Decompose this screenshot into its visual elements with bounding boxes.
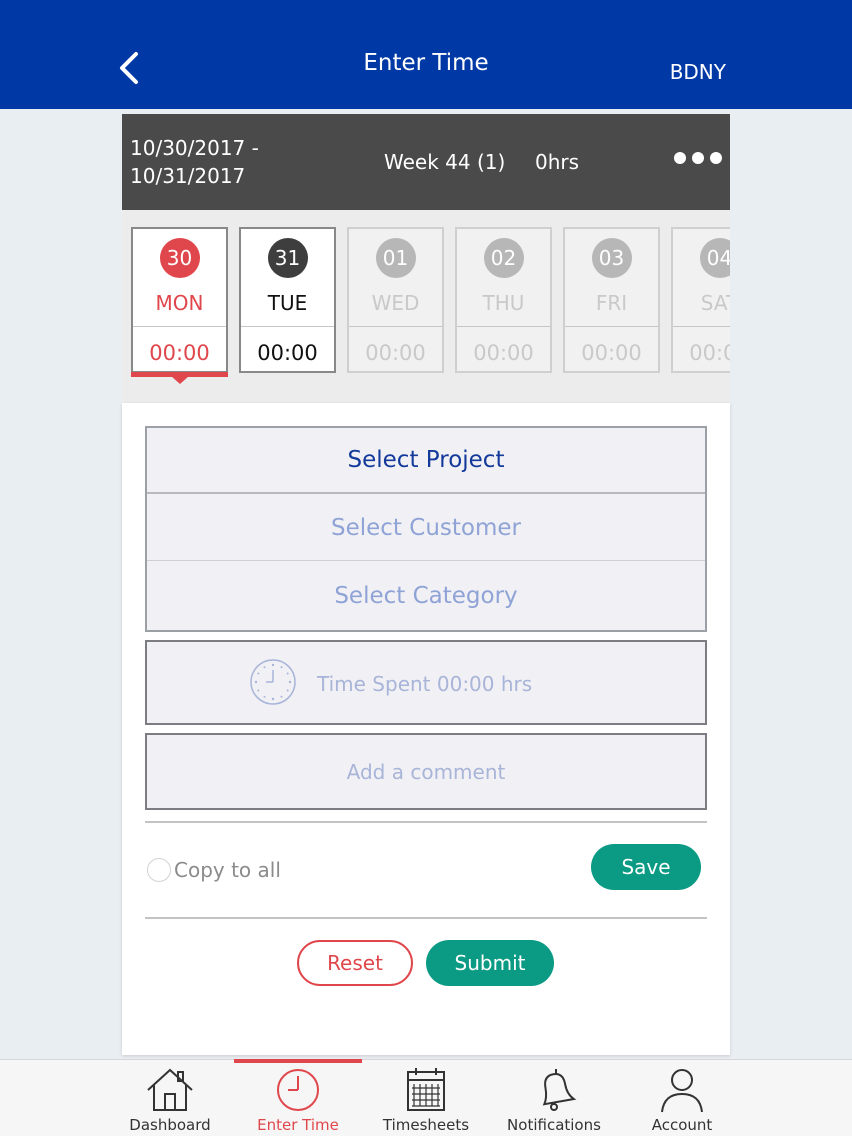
- day-hours: 00:00: [473, 341, 534, 365]
- week-label: Week 44 (1): [384, 150, 506, 174]
- time-spent-label: Time Spent 00:00 hrs: [317, 672, 533, 696]
- comment-field[interactable]: Add a comment: [145, 733, 707, 810]
- date-range: 10/30/2017 - 10/31/2017: [130, 134, 259, 190]
- active-tab-indicator: [234, 1059, 362, 1063]
- day-hours: 00:00: [689, 341, 730, 365]
- tab-dashboard[interactable]: Dashboard: [106, 1060, 234, 1136]
- day-number-badge: 04: [699, 238, 730, 278]
- day-number-badge: 03: [591, 238, 632, 278]
- day-wed: 01 WED 00:00: [347, 227, 444, 373]
- bell-icon: [542, 1069, 577, 1111]
- day-tue[interactable]: 31 TUE 00:00: [239, 227, 336, 373]
- tab-label: Timesheets: [382, 1116, 470, 1134]
- divider: [145, 917, 707, 919]
- time-spent-field[interactable]: Time Spent 00:00 hrs: [145, 640, 707, 725]
- time-entry-card: Select Project Select Customer Select Ca…: [122, 403, 730, 1055]
- day-number-badge: 30: [159, 238, 200, 278]
- user-icon: [661, 1069, 703, 1113]
- selection-group: Select Project Select Customer Select Ca…: [145, 426, 707, 632]
- clock-icon: [250, 659, 296, 705]
- clock-icon: [277, 1069, 319, 1111]
- day-mon[interactable]: 30 MON 00:00: [131, 227, 228, 373]
- select-category-button[interactable]: Select Category: [147, 563, 705, 629]
- day-name: THU: [482, 291, 525, 315]
- divider: [145, 821, 707, 823]
- day-name: FRI: [595, 291, 628, 315]
- org-label: BDNY: [669, 60, 726, 84]
- tab-account[interactable]: Account: [618, 1060, 746, 1136]
- tab-timesheets[interactable]: Timesheets: [362, 1060, 490, 1136]
- submit-button[interactable]: Submit: [426, 940, 554, 986]
- day-number-badge: 01: [375, 238, 416, 278]
- day-name: WED: [371, 291, 420, 315]
- day-number-badge: 02: [483, 238, 524, 278]
- week-summary-bar: 10/30/2017 - 10/31/2017 Week 44 (1) 0hrs: [122, 114, 730, 210]
- date-range-end: 10/31/2017: [130, 164, 246, 188]
- tab-label: Notifications: [507, 1116, 601, 1134]
- tab-enter-time[interactable]: Enter Time: [234, 1060, 362, 1136]
- tab-label: Enter Time: [257, 1116, 339, 1134]
- tab-label: Account: [651, 1116, 713, 1134]
- day-thu: 02 THU 00:00: [455, 227, 552, 373]
- day-name: SAT: [700, 291, 730, 315]
- day-number-badge: 31: [267, 238, 308, 278]
- select-customer-button[interactable]: Select Customer: [147, 495, 705, 561]
- week-hours: 0hrs: [535, 150, 580, 174]
- bottom-tab-bar: Dashboard Enter Time Timesheets Notifica…: [0, 1059, 852, 1136]
- copy-to-all-toggle[interactable]: Copy to all: [147, 858, 281, 882]
- day-hours: 00:00: [365, 341, 426, 365]
- day-sat: 04 SAT 00:00: [671, 227, 730, 373]
- top-nav-bar: Enter Time BDNY: [0, 0, 852, 109]
- date-range-start: 10/30/2017 -: [130, 136, 259, 160]
- more-options-icon[interactable]: [674, 152, 722, 164]
- day-hours: 00:00: [149, 341, 210, 365]
- day-hours: 00:00: [581, 341, 642, 365]
- day-name: TUE: [267, 291, 308, 315]
- home-icon: [147, 1068, 193, 1111]
- day-fri: 03 FRI 00:00: [563, 227, 660, 373]
- active-day-pointer: [171, 376, 189, 384]
- reset-button[interactable]: Reset: [297, 940, 413, 986]
- copy-to-all-radio[interactable]: [147, 858, 171, 882]
- tab-notifications[interactable]: Notifications: [490, 1060, 618, 1136]
- copy-to-all-label: Copy to all: [174, 858, 281, 882]
- save-button[interactable]: Save: [591, 844, 701, 890]
- day-hours: 00:00: [257, 341, 318, 365]
- tab-label: Dashboard: [129, 1116, 211, 1134]
- day-name: MON: [155, 291, 204, 315]
- select-project-button[interactable]: Select Project: [147, 428, 705, 494]
- calendar-icon: [407, 1068, 445, 1111]
